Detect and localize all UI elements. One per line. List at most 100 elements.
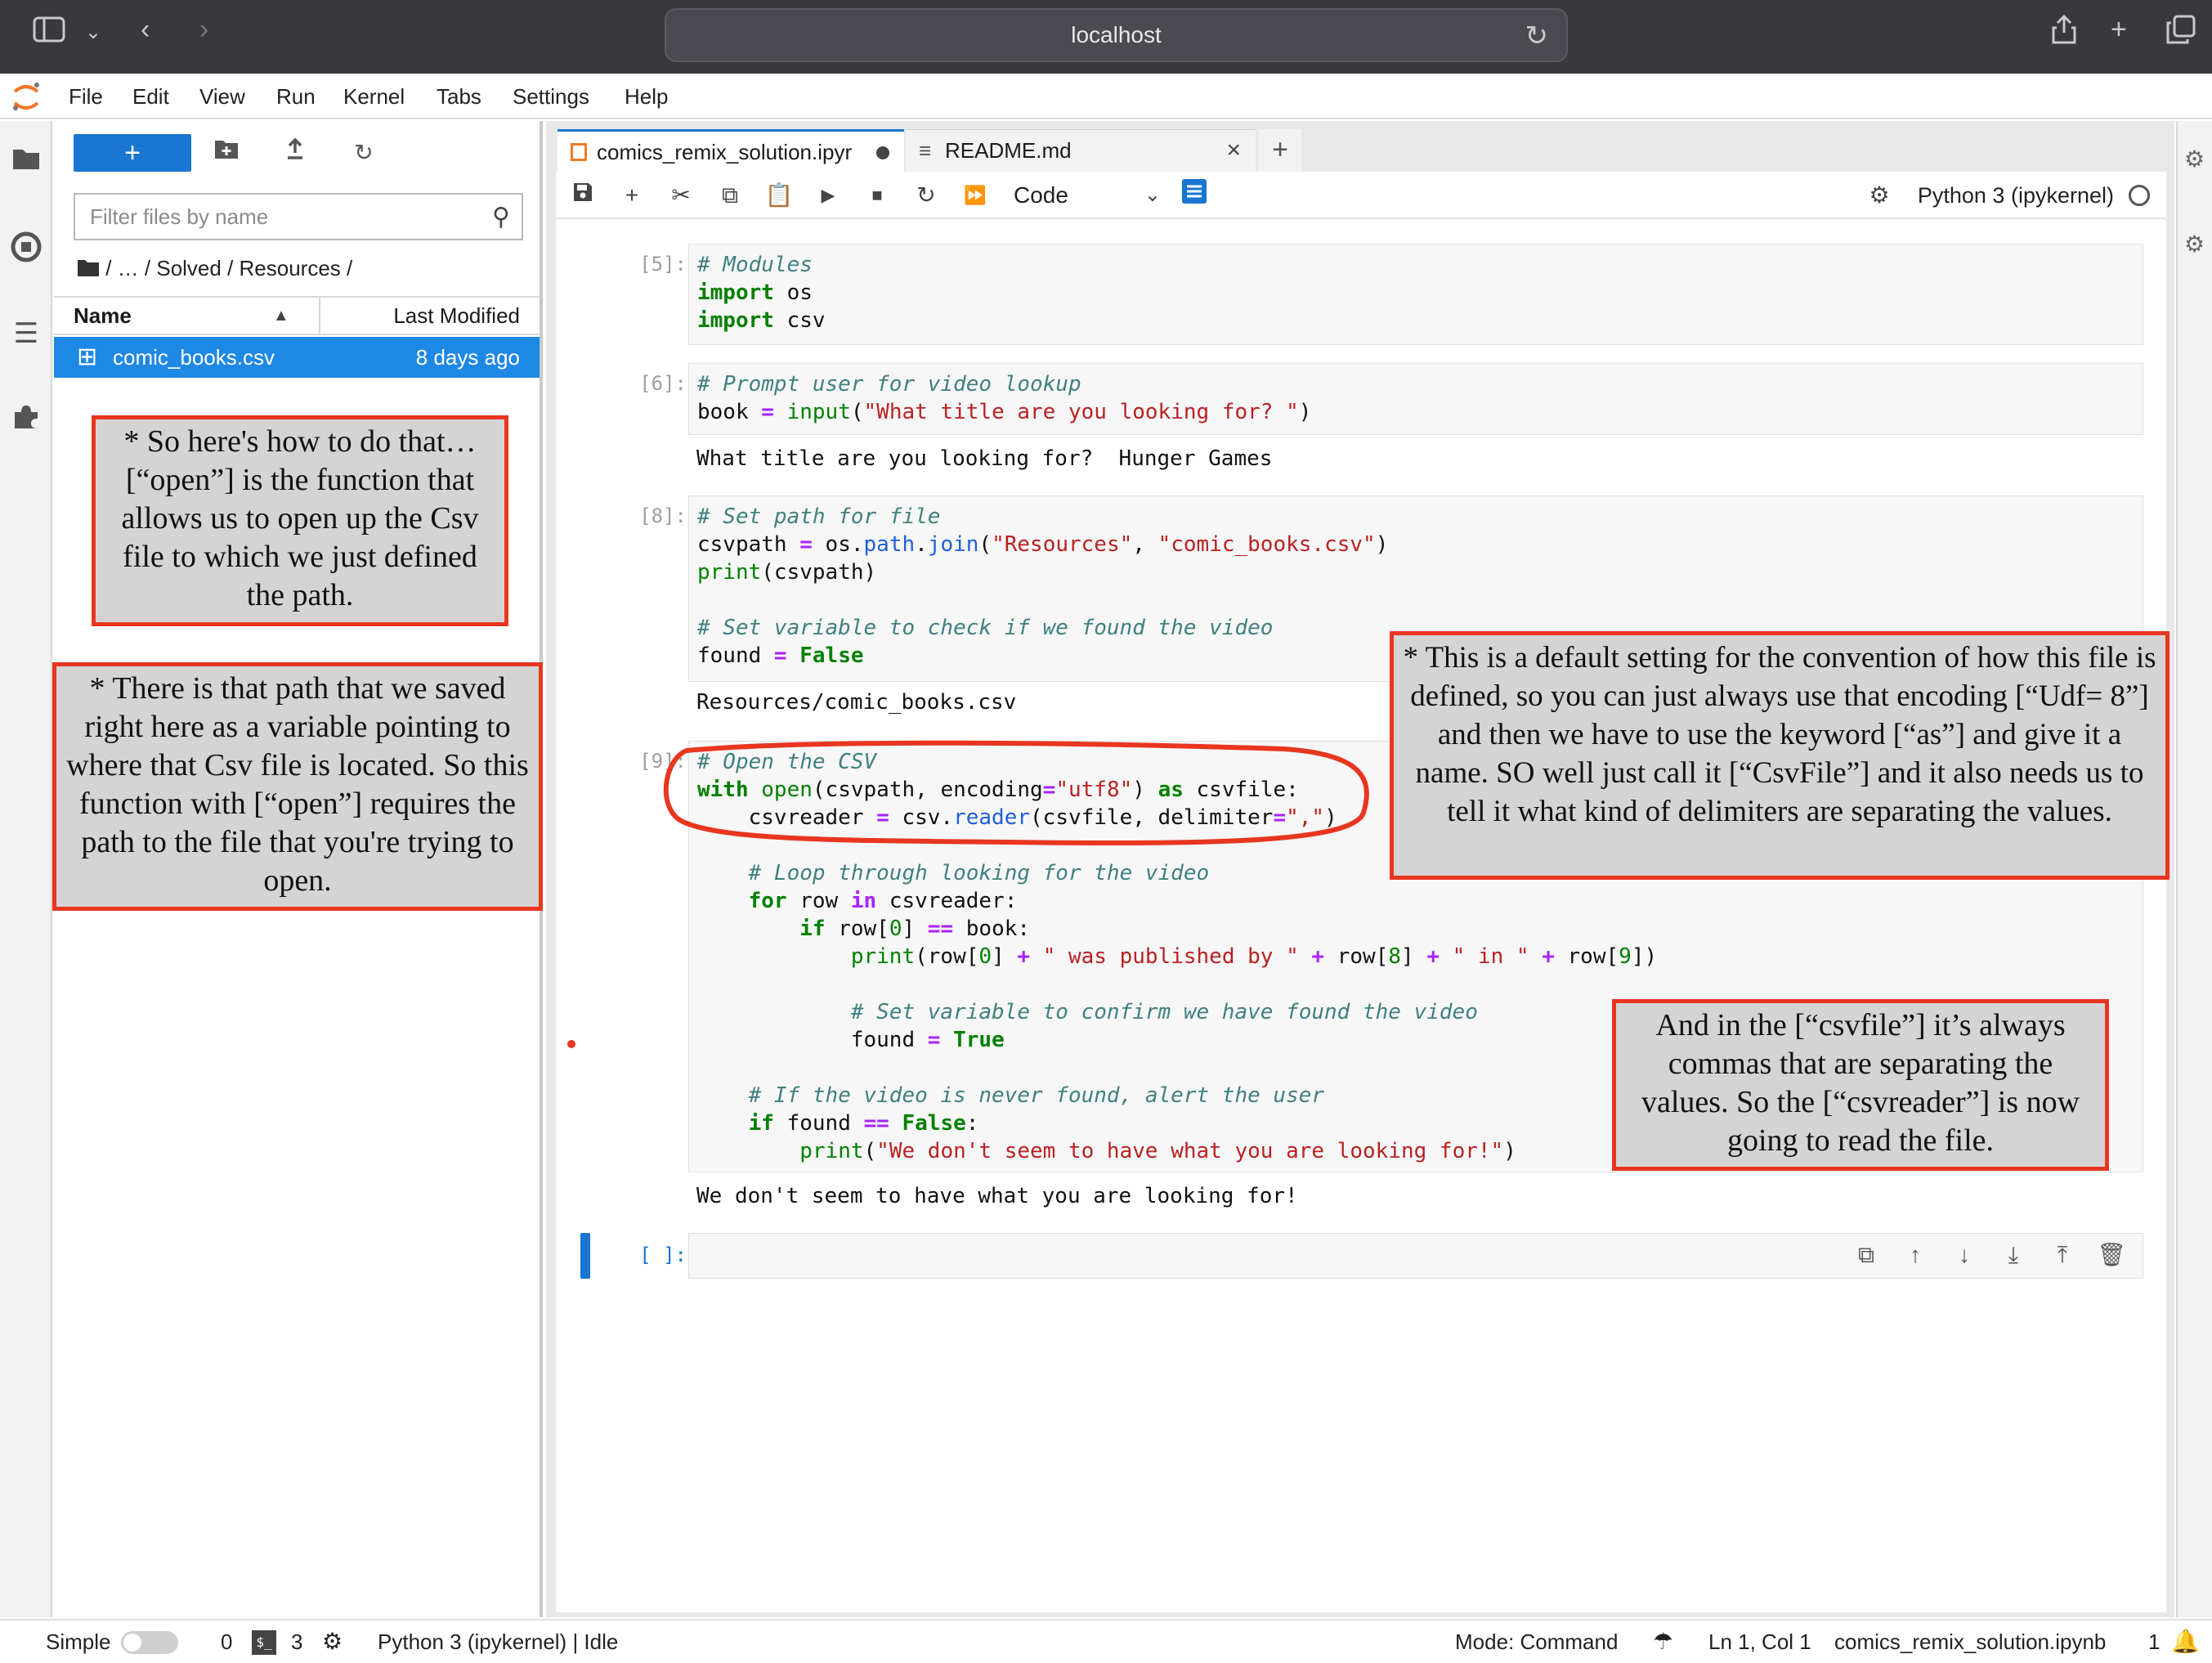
status-filename: comics_remix_solution.ipynb	[1834, 1629, 2107, 1654]
cell-type-select[interactable]: Code ⌄	[1014, 178, 1161, 213]
menu-file[interactable]: File	[69, 74, 103, 119]
forward-icon[interactable]: ›	[199, 13, 208, 46]
insert-above-icon[interactable]: ⤓	[1999, 1240, 2028, 1270]
tab-notebook[interactable]: comics_remix_solution.ipyr	[557, 129, 904, 172]
menu-view[interactable]: View	[199, 74, 245, 119]
cell-prompt: [ ]:	[639, 1244, 687, 1266]
code-cell-input[interactable]: # Modules import os import csv	[688, 244, 2143, 345]
home-folder-icon[interactable]	[77, 257, 100, 283]
running-sessions-icon[interactable]	[10, 231, 43, 263]
property-inspector-icon[interactable]	[1177, 178, 1211, 213]
annotation-note-csvreader: And in the [“csvfile”] it’s always comma…	[1612, 999, 2109, 1171]
close-icon[interactable]: ×	[1226, 130, 1241, 171]
cut-icon[interactable]: ✂	[664, 178, 698, 213]
extensions-puzzle-icon[interactable]	[10, 402, 43, 435]
fast-forward-icon[interactable]: ⏩	[958, 178, 992, 213]
cursor-position[interactable]: Ln 1, Col 1	[1708, 1620, 1811, 1663]
cell-prompt: [8]:	[639, 504, 687, 527]
debugger-bug-icon[interactable]: ⚙	[1862, 178, 1896, 213]
sidebar-icon[interactable]	[33, 15, 65, 52]
menu-edit[interactable]: Edit	[132, 74, 169, 119]
code-editor[interactable]: # Modules import os import csv	[689, 244, 2143, 334]
duplicate-cell-icon[interactable]: ⧉	[1852, 1240, 1881, 1270]
table-of-contents-icon[interactable]: ☰	[10, 317, 43, 350]
kernel-status[interactable]: Python 3 (ipykernel) | Idle	[378, 1620, 618, 1663]
notification-count[interactable]: 1	[2148, 1620, 2160, 1663]
move-down-icon[interactable]: ↓	[1950, 1240, 1979, 1270]
menu-tabs[interactable]: Tabs	[437, 74, 481, 119]
column-divider[interactable]	[319, 298, 320, 334]
menu-bar: File Edit View Run Kernel Tabs Settings …	[0, 74, 2212, 119]
annotation-dot	[567, 1040, 575, 1048]
add-tab-button[interactable]: +	[1259, 129, 1301, 172]
kernel-name[interactable]: Python 3 (ipykernel)	[1918, 172, 2114, 219]
right-sidebar: ⚙ ⚙	[2176, 121, 2212, 1617]
filter-files-input[interactable]	[75, 195, 468, 239]
tabs-overview-icon[interactable]	[2166, 15, 2196, 52]
insert-cell-icon[interactable]: +	[615, 178, 649, 213]
back-icon[interactable]: ‹	[141, 13, 150, 46]
new-folder-icon[interactable]	[209, 136, 244, 170]
simple-mode-toggle[interactable]	[121, 1631, 178, 1654]
new-tab-icon[interactable]: +	[2111, 13, 2127, 46]
restart-icon[interactable]: ↻	[909, 178, 943, 213]
refresh-icon[interactable]: ↻	[347, 136, 381, 170]
bell-icon[interactable]: 🔔	[2171, 1620, 2200, 1663]
annotation-note-path: * There is that path that we saved right…	[52, 662, 543, 911]
spreadsheet-icon: ⊞	[77, 343, 98, 370]
copy-icon[interactable]: ⧉	[713, 178, 747, 213]
folder-icon[interactable]	[10, 146, 43, 178]
code-editor[interactable]: # Prompt user for video lookup book = in…	[689, 364, 2143, 426]
menu-help[interactable]: Help	[625, 74, 668, 119]
left-activity-bar: ☰	[0, 121, 52, 1617]
annotation-outline	[663, 740, 1369, 846]
jupyter-logo-icon	[10, 80, 43, 113]
file-row[interactable]: ⊞ comic_books.csv 8 days ago	[54, 337, 540, 378]
kernel-status-icon	[2129, 185, 2150, 206]
terminal-icon[interactable]: $_	[252, 1630, 276, 1655]
terminal-count[interactable]: 0	[221, 1620, 232, 1663]
simple-mode-label: Simple	[46, 1629, 111, 1654]
delete-cell-icon[interactable]: 🗑	[2097, 1240, 2126, 1270]
breadcrumb-path[interactable]: / … / Solved / Resources /	[105, 256, 352, 280]
unsaved-dot-icon[interactable]	[876, 146, 889, 159]
share-icon[interactable]	[2050, 13, 2078, 53]
cell-type-value: Code	[1014, 182, 1068, 208]
sort-ascending-icon[interactable]: ▲	[273, 298, 289, 334]
kernel-count[interactable]: 3	[291, 1620, 302, 1663]
paste-icon[interactable]: 📋	[762, 178, 796, 213]
browser-toolbar: ⌄ ‹ › localhost ↻ +	[0, 0, 2212, 74]
empty-code-cell[interactable]: ⧉ ↑ ↓ ⤓ ⤒ 🗑	[688, 1233, 2143, 1279]
stop-icon[interactable]: ■	[860, 178, 894, 213]
run-icon[interactable]: ▶	[811, 178, 845, 213]
trust-shield-icon[interactable]: ☂	[1653, 1620, 1673, 1663]
menu-run[interactable]: Run	[276, 74, 316, 119]
notebook-icon	[571, 143, 587, 161]
file-list-header: Name ▲ Last Modified	[54, 296, 540, 335]
status-bar: Simple 0 $_ 3 ⚙ Python 3 (ipykernel) | I…	[0, 1619, 2212, 1663]
column-last-modified[interactable]: Last Modified	[393, 298, 520, 334]
upload-icon[interactable]	[278, 136, 312, 170]
tab-readme[interactable]: ≡ README.md ×	[906, 129, 1256, 172]
move-up-icon[interactable]: ↑	[1901, 1240, 1930, 1270]
insert-below-icon[interactable]: ⤒	[2048, 1240, 2077, 1270]
document-tab-bar: comics_remix_solution.ipyr ≡ README.md ×…	[546, 121, 2174, 172]
save-icon[interactable]	[566, 178, 600, 213]
search-icon: ⚲	[492, 204, 510, 231]
new-launcher-button[interactable]: +	[74, 134, 191, 172]
code-cell-input[interactable]: # Prompt user for video lookup book = in…	[688, 363, 2143, 435]
cell-prompt: [5]:	[639, 253, 687, 276]
annotation-note-open-function: * So here's how to do that… [“open”] is …	[92, 415, 508, 626]
chevron-down-icon[interactable]: ⌄	[85, 16, 101, 49]
file-name: comic_books.csv	[113, 345, 275, 370]
reload-icon[interactable]: ↻	[1525, 20, 1549, 52]
notebook-mode: Mode: Command	[1455, 1629, 1619, 1654]
debugger-icon[interactable]: ⚙	[2184, 231, 2205, 258]
kernel-chip-icon[interactable]: ⚙	[322, 1620, 343, 1663]
markdown-file-icon: ≡	[919, 138, 932, 163]
menu-settings[interactable]: Settings	[513, 74, 589, 119]
address-bar[interactable]: localhost ↻	[665, 8, 1568, 62]
property-inspector-gears-icon[interactable]: ⚙	[2184, 146, 2205, 173]
menu-kernel[interactable]: Kernel	[343, 74, 405, 119]
column-name[interactable]: Name	[74, 298, 132, 334]
